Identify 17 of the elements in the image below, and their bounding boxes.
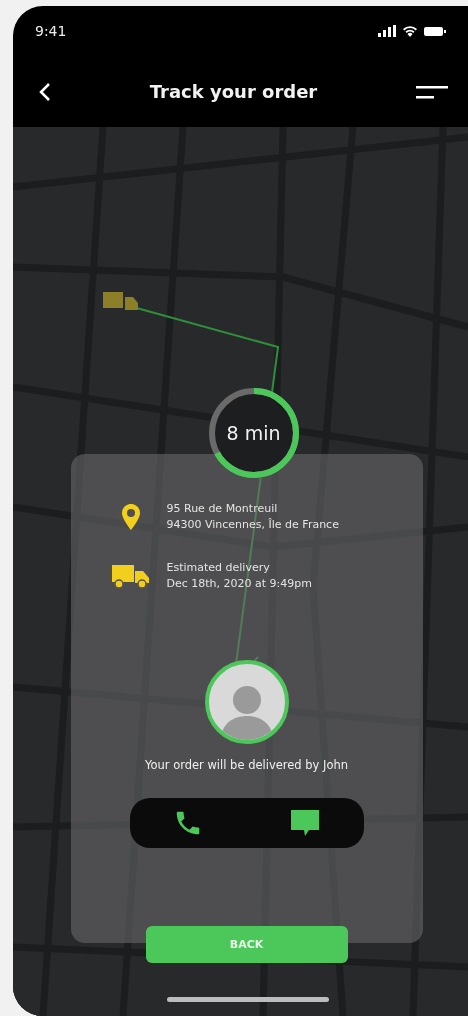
back-icon (39, 81, 51, 102)
back-button[interactable]: BACK (145, 926, 348, 963)
location-pin-icon (121, 503, 140, 530)
status-time: 9:41 (35, 23, 67, 39)
detail-text: 94300 Vincennes, Île de France (166, 518, 339, 531)
detail-text: 95 Rue de Montreuil (166, 502, 279, 515)
wifi-icon (402, 25, 418, 37)
page-title: Track your order (149, 81, 318, 102)
courier-caption: Your order will be delivered by John (144, 758, 349, 772)
chat-bubble-icon (288, 808, 321, 838)
eta-label: 8 min (226, 422, 281, 444)
battery-icon (424, 25, 446, 37)
truck-icon (111, 562, 150, 589)
menu-icon (416, 83, 448, 100)
detail-text: Estimated delivery (166, 561, 271, 574)
signal-icon (378, 25, 396, 37)
detail-text: Dec 18th, 2020 at 9:49pm (166, 577, 312, 590)
